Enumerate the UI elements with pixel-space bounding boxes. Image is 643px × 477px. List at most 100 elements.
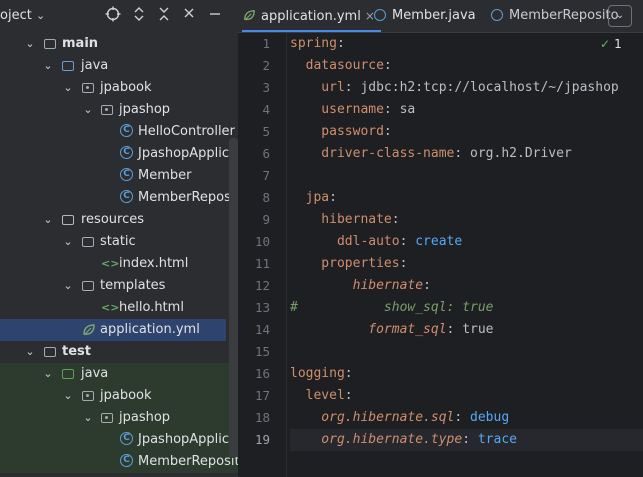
- chevron-down-icon[interactable]: ⌄: [62, 231, 74, 253]
- chevron-down-icon[interactable]: ⌄: [82, 407, 94, 429]
- code-line[interactable]: level:: [290, 385, 643, 407]
- tree-item-application-yml[interactable]: application.yml: [0, 319, 226, 341]
- tree-item-test-jpashopapplication[interactable]: C JpashopApplicat: [0, 429, 238, 451]
- code-line[interactable]: jpa:: [290, 187, 643, 209]
- tree-item-jpashopapplication[interactable]: C JpashopApplicat: [0, 143, 238, 165]
- chevron-down-icon[interactable]: ⌄: [42, 55, 54, 77]
- close-icon[interactable]: [180, 6, 198, 24]
- line-number: 3: [262, 80, 270, 95]
- line-number: 13: [254, 300, 270, 315]
- chevron-down-icon[interactable]: ⌄: [62, 275, 74, 297]
- code-line[interactable]: # show_sql: true: [290, 297, 643, 319]
- yml-file-icon: [244, 10, 255, 21]
- line-number: 5: [262, 124, 270, 139]
- tree-item-index-html[interactable]: <> index.html: [0, 253, 238, 275]
- tree-item-java[interactable]: ⌄ java: [0, 55, 238, 77]
- editor: application.yml × Member.java MemberRepos…: [238, 0, 643, 477]
- code-token: : true: [446, 322, 494, 337]
- chevron-down-icon[interactable]: ⌄: [42, 209, 54, 231]
- tab-memberrepository[interactable]: MemberReposito: [491, 0, 619, 32]
- code-line[interactable]: datasource:: [290, 55, 643, 77]
- tree-item-member[interactable]: C Member: [0, 165, 238, 187]
- chevron-down-icon[interactable]: ⌄: [62, 77, 74, 99]
- tree-item-jpabook[interactable]: ⌄ jpabook: [0, 77, 238, 99]
- code-token: driver-class-name: [290, 146, 455, 161]
- test-folder-icon: [62, 369, 74, 379]
- code-line[interactable]: ddl-auto: create: [290, 231, 643, 253]
- package-icon: [82, 83, 94, 93]
- crosshair-icon[interactable]: [104, 6, 122, 24]
- chevron-down-icon[interactable]: ⌄: [24, 341, 36, 363]
- line-number: 4: [262, 102, 270, 117]
- tree-item-hellocontroller[interactable]: C HelloController: [0, 121, 238, 143]
- chevron-down-icon[interactable]: ⌄: [24, 33, 36, 55]
- code-line[interactable]: logging:: [290, 363, 643, 385]
- code-token: #: [290, 300, 298, 315]
- minimize-icon[interactable]: [206, 6, 224, 24]
- code-token: org.hibernate.type: [290, 432, 463, 447]
- code-token: format_sql: [290, 322, 447, 337]
- tree-item-test[interactable]: ⌄ test: [0, 341, 238, 363]
- code-line[interactable]: spring:: [290, 33, 643, 55]
- tree-item-templates[interactable]: ⌄ templates: [0, 275, 238, 297]
- code-line[interactable]: format_sql: true: [290, 319, 643, 341]
- package-icon: [82, 391, 94, 401]
- chevron-down-icon[interactable]: ⌄: [62, 385, 74, 407]
- code-token: show_sql: true: [297, 300, 494, 315]
- class-icon: C: [120, 454, 133, 467]
- class-icon: [491, 8, 503, 21]
- project-panel-title[interactable]: oject ⌄: [0, 8, 45, 23]
- code-line[interactable]: url: jdbc:h2:tcp://localhost/~/jpashop: [290, 77, 643, 99]
- code-token: create: [415, 234, 463, 249]
- tree-item-test-java[interactable]: ⌄ java: [0, 363, 238, 385]
- tree-item-test-memberrepository[interactable]: C MemberReposit: [0, 451, 238, 473]
- code-token: :: [329, 190, 337, 205]
- code-token: logging: [290, 366, 345, 381]
- package-icon: [101, 105, 113, 115]
- code-line[interactable]: hibernate:: [290, 275, 643, 297]
- tab-member-java[interactable]: Member.java: [374, 0, 476, 32]
- chevron-down-icon[interactable]: ⌄: [608, 5, 632, 27]
- tree-item-test-jpabook[interactable]: ⌄ jpabook: [0, 385, 238, 407]
- tree-item-resources[interactable]: ⌄ resources: [0, 209, 238, 231]
- code-line[interactable]: [290, 165, 643, 187]
- code-token: trace: [477, 432, 517, 447]
- chevron-down-icon[interactable]: ⌄: [42, 363, 54, 385]
- tree-item-test-jpashop[interactable]: ⌄ jpashop: [0, 407, 238, 429]
- scrollbar-thumb[interactable]: [229, 138, 238, 458]
- code-token: :: [423, 278, 431, 293]
- chevron-down-icon[interactable]: ⌄: [82, 99, 94, 121]
- code-token: properties: [290, 256, 400, 271]
- class-icon: [374, 8, 386, 21]
- code-token: password: [290, 124, 384, 139]
- tree-item-main[interactable]: ⌄ main: [0, 33, 238, 55]
- code-token: : jdbc:h2:tcp://localhost/~/jpashop: [344, 80, 619, 95]
- editor-tab-bar: application.yml × Member.java MemberRepos…: [238, 0, 643, 33]
- code-line[interactable]: [290, 341, 643, 363]
- source-folder-icon: [62, 61, 74, 71]
- code-line[interactable]: driver-class-name: org.h2.Driver: [290, 143, 643, 165]
- code-line[interactable]: hibernate:: [290, 209, 643, 231]
- tab-application-yml[interactable]: application.yml ×: [242, 0, 381, 32]
- folder-icon: [44, 347, 56, 357]
- code-token: datasource: [290, 58, 384, 73]
- collapse-all-icon[interactable]: [155, 6, 173, 24]
- line-number: 11: [254, 256, 270, 271]
- code-line[interactable]: org.hibernate.sql: debug: [290, 407, 643, 429]
- tree-item-static[interactable]: ⌄ static: [0, 231, 238, 253]
- tree-item-memberrepository[interactable]: C MemberReposit: [0, 187, 238, 209]
- code-line[interactable]: password:: [290, 121, 643, 143]
- code-line[interactable]: username: sa: [290, 99, 643, 121]
- code-line[interactable]: properties:: [290, 253, 643, 275]
- expand-collapse-icon[interactable]: [130, 6, 148, 24]
- code-line[interactable]: org.hibernate.type: trace: [290, 429, 643, 451]
- tree-item-hello-html[interactable]: <> hello.html: [0, 297, 238, 319]
- code-token: :: [344, 366, 353, 381]
- line-number: 8: [262, 190, 270, 205]
- tree-item-jpashop[interactable]: ⌄ jpashop: [0, 99, 238, 121]
- package-icon: [101, 413, 113, 423]
- code-token: : sa: [383, 102, 416, 117]
- code-token: :: [399, 256, 408, 271]
- code-token: :: [462, 432, 478, 447]
- code-area[interactable]: spring: datasource: url: jdbc:h2:tcp://l…: [290, 33, 643, 477]
